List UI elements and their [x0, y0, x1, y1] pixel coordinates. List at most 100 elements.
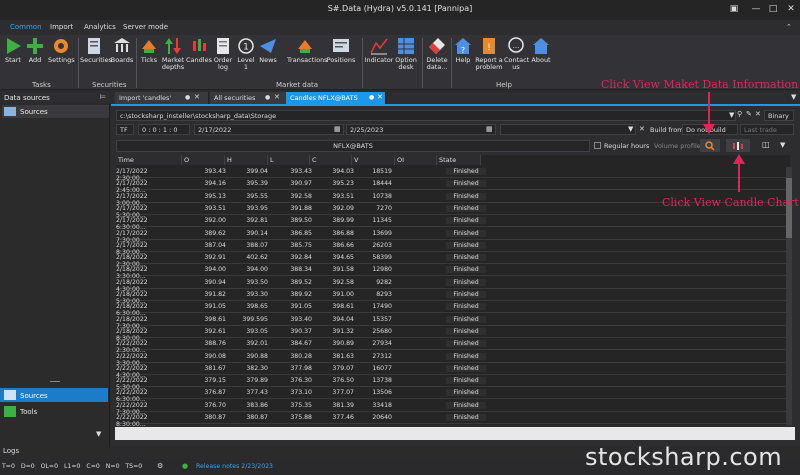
clear-icon[interactable]: ✕ [639, 125, 645, 133]
contact-us-button[interactable]: ... Contact us [504, 37, 529, 71]
last-trade-select[interactable]: Last trade [740, 124, 794, 135]
pin-icon[interactable]: ⊨ [100, 93, 106, 101]
start-button[interactable]: Start [3, 37, 23, 64]
calendar-icon[interactable]: ▦ [334, 125, 341, 133]
table-cell: 17490 [372, 303, 392, 311]
table-row[interactable]: 2/22/2022 8:30:00... 380.87 380.87 375.88 37… [116, 412, 790, 428]
minimize-button[interactable]: — [749, 3, 763, 16]
add-button[interactable]: Add [25, 37, 45, 64]
table-row[interactable]: 2/18/2022 4:30:00... 390.94 393.50 389.52 39… [116, 277, 790, 293]
logs-label[interactable]: Logs [3, 447, 19, 455]
timeframe-field[interactable]: 0 : 0 : 1 : 0 [138, 124, 190, 135]
positions-button[interactable]: Positions [324, 37, 358, 64]
search-icon[interactable]: ⚲ [737, 110, 742, 118]
table-row[interactable]: 2/18/2022 2:30:00... 392.91 402.62 392.84 39… [116, 252, 790, 268]
securities-button[interactable]: Securities [80, 37, 112, 64]
chevron-down-icon[interactable]: ▼ [96, 430, 101, 438]
about-button[interactable]: About [530, 37, 552, 64]
tab-analytics[interactable]: Analytics [80, 22, 120, 34]
from-date-field[interactable]: 2/17/2022 [194, 124, 344, 135]
table-row[interactable]: 2/22/2022 2:30:00... 388.76 392.01 384.67 39… [116, 338, 790, 354]
table-row[interactable]: 2/22/2022 4:30:00... 381.67 382.30 377.98 37… [116, 363, 790, 379]
news-button[interactable]: News [257, 37, 279, 64]
window-title: S#.Data (Hydra) v5.0.141 [Pannipa] [327, 4, 473, 13]
edit-icon[interactable]: ✎ [746, 110, 752, 118]
order-log-button[interactable]: Order log [212, 37, 234, 71]
table-row[interactable]: 2/17/2022 7:30:00... 389.62 390.14 386.85 38… [116, 228, 790, 244]
tab-import[interactable]: Import [46, 22, 77, 34]
settings-button[interactable]: Settings [48, 37, 75, 64]
col-close[interactable]: C [310, 155, 352, 165]
delete-data-button[interactable]: Delete data... [424, 37, 450, 71]
regular-hours-checkbox[interactable] [594, 142, 601, 149]
sources-tree-item[interactable] [2, 105, 109, 118]
tab-common[interactable]: Common [6, 22, 46, 34]
close-icon[interactable]: ✕ [377, 93, 383, 101]
candles-button[interactable]: Candles [186, 37, 212, 64]
table-row[interactable]: 2/17/2022 2:45:00... 394.16 395.39 390.97 39… [116, 178, 790, 194]
table-row[interactable]: 2/17/2022 2:30:00... 393.43 399.04 393.43 39… [116, 166, 790, 182]
table-row[interactable]: 2/17/2022 8:30:00... 387.04 388.07 385.75 38… [116, 240, 790, 256]
table-row[interactable]: 2/17/2022 6:30:00... 392.00 392.81 389.50 38… [116, 215, 790, 231]
calendar-icon[interactable]: ▦ [486, 125, 493, 133]
securities-icon [88, 38, 100, 54]
col-high[interactable]: H [225, 155, 268, 165]
pin-icon[interactable]: ● [369, 94, 374, 101]
collapse-ribbon-icon[interactable]: ⌃ [786, 23, 792, 31]
close-icon[interactable]: ✕ [274, 93, 280, 101]
col-oi[interactable]: OI [395, 155, 437, 165]
export-icon[interactable]: ◫ [762, 140, 770, 149]
chevron-down-icon[interactable]: ▼ [729, 111, 734, 119]
table-row[interactable]: 2/22/2022 7:30:00... 376.70 383.86 375.35 38… [116, 400, 790, 416]
col-volume[interactable]: V [352, 155, 395, 165]
state-cell: Finished [446, 217, 486, 225]
search-icon [705, 141, 715, 151]
option-desk-button[interactable]: Option desk [394, 37, 418, 71]
chevron-down-icon[interactable]: ▼ [780, 141, 785, 149]
chevron-down-icon[interactable]: ▼ [628, 125, 633, 133]
gear-icon[interactable]: ⚙ [157, 462, 163, 470]
tf-select[interactable]: TF [116, 124, 134, 135]
storage-path-field[interactable]: c:\stocksharp_insteller\stocksharp_data\… [116, 110, 736, 121]
table-cell: 13738 [372, 377, 392, 385]
nav-tools[interactable]: Tools [20, 408, 37, 416]
pin-icon[interactable]: ● [185, 94, 190, 101]
table-row[interactable]: 2/18/2022 5:30:00... 391.82 393.30 389.92 39… [116, 289, 790, 305]
tabs-dropdown-icon[interactable]: ▼ [791, 93, 796, 101]
report-problem-button[interactable]: ! Report a problem [475, 37, 503, 71]
security-filter-field[interactable] [500, 124, 636, 135]
pin-icon[interactable]: ● [265, 94, 270, 101]
market-depths-button[interactable]: Market depths [160, 37, 186, 71]
close-button[interactable]: ✕ [784, 3, 798, 16]
col-open[interactable]: O [182, 155, 225, 165]
indicator-button[interactable]: Indicator [364, 37, 394, 64]
clear-icon[interactable]: ✕ [755, 110, 761, 118]
col-time[interactable]: Time [116, 155, 182, 165]
security-field[interactable]: NFLX@BATS [116, 140, 590, 152]
table-row[interactable]: 2/18/2022 7:30:00... 398.61 399.595 393.40 3… [116, 314, 790, 330]
release-notes-link[interactable]: Release notes 2/23/2023 [196, 463, 273, 470]
horizontal-scrollbar[interactable] [115, 427, 795, 440]
maximize-button[interactable]: □ [766, 3, 780, 16]
level1-button[interactable]: 1 Level 1 [236, 37, 256, 71]
col-state[interactable]: State [437, 155, 481, 165]
table-row[interactable]: 2/18/2022 6:30:00... 391.05 398.65 391.05 39… [116, 301, 790, 317]
status-l1: L1=0 [63, 463, 81, 470]
to-date-field[interactable]: 2/25/2023 [346, 124, 496, 135]
close-icon[interactable]: ✕ [194, 93, 200, 101]
table-row[interactable]: 2/22/2022 6:30:00... 376.87 377.43 373.10 37… [116, 387, 790, 403]
tab-server-mode[interactable]: Server mode [119, 22, 172, 34]
help-button[interactable]: ? Help [453, 37, 473, 64]
nav-sources[interactable] [0, 388, 108, 402]
table-row[interactable]: 2/18/2022 8:30:00... 392.61 393.05 390.37 39… [116, 326, 790, 342]
col-low[interactable]: L [268, 155, 310, 165]
ticks-button[interactable]: Ticks [138, 37, 160, 64]
boards-button[interactable]: Boards [110, 37, 134, 64]
transactions-button[interactable]: Transactions [287, 37, 328, 64]
splitter[interactable] [50, 381, 60, 382]
restore-icon[interactable]: ▣ [727, 3, 741, 16]
table-row[interactable]: 2/22/2022 5:30:00... 379.15 379.89 376.30 37… [116, 375, 790, 391]
table-row[interactable]: 2/22/2022 3:30:00... 390.08 390.88 380.28 38… [116, 351, 790, 367]
table-row[interactable]: 2/18/2022 3:30:00... 394.00 394.00 388.34 39… [116, 264, 790, 280]
format-select[interactable]: Binary [764, 110, 794, 121]
